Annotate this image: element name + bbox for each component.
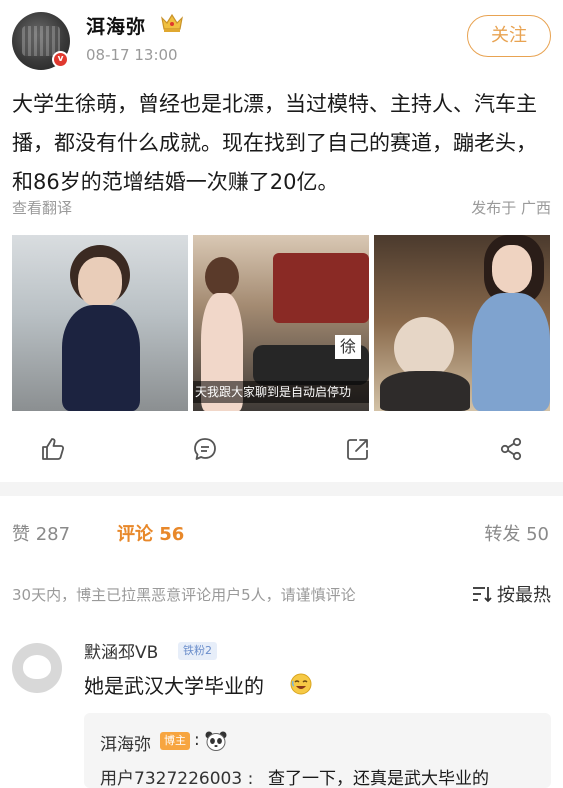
photo-caption: 天我跟大家聊到是自动启停功	[195, 385, 352, 399]
reply-author-name[interactable]: 洱海弥	[100, 730, 151, 755]
avatar-image	[23, 655, 51, 679]
thumbs-up-icon[interactable]	[40, 436, 66, 462]
post-time: 08-17 13:00	[86, 46, 178, 64]
share-arrow-icon[interactable]	[345, 436, 371, 462]
blogger-badge: 博主	[160, 732, 190, 750]
section-divider	[0, 482, 563, 496]
follow-button[interactable]: 关注	[467, 15, 551, 57]
photo-grid: 徐 天我跟大家聊到是自动启停功	[12, 235, 550, 411]
translate-link[interactable]: 查看翻译	[12, 197, 72, 218]
action-bar	[0, 420, 563, 478]
author-name[interactable]: 洱海弥	[86, 12, 146, 39]
likes-tab[interactable]: 赞 287	[12, 520, 70, 546]
sort-button[interactable]: 按最热	[471, 581, 551, 607]
post-meta: 查看翻译 发布于 广西	[12, 197, 551, 219]
crown-icon	[161, 13, 183, 32]
reply-colon: :	[194, 730, 200, 750]
post-header: v 洱海弥 08-17 13:00 关注	[0, 0, 563, 80]
share-nodes-icon[interactable]	[498, 436, 524, 462]
fan-badge: 铁粉2	[178, 642, 217, 660]
sort-label: 按最热	[497, 585, 551, 606]
reposts-tab[interactable]: 转发 50	[484, 520, 549, 546]
verified-badge-icon: v	[52, 51, 69, 68]
post-text: 大学生徐萌，曾经也是北漂，当过模特、主持人、汽车主播，都没有什么成就。现在找到了…	[12, 92, 537, 194]
reply-user-2[interactable]: 用户7327226003 :	[100, 764, 253, 788]
photo-overlay-char: 徐	[335, 335, 361, 359]
stats-bar: 赞 287 评论 56 转发 50	[0, 520, 563, 550]
reply-box[interactable]: 洱海弥 博主 : 用户7327226003 : 查了一下，还真是武大毕业的	[84, 713, 551, 788]
photo-2[interactable]: 徐 天我跟大家聊到是自动启停功	[193, 235, 369, 411]
laugh-emoji-icon	[290, 673, 312, 695]
reply-text-2: 查了一下，还真是武大毕业的	[268, 769, 489, 788]
panda-face-icon	[205, 731, 227, 751]
avatar-image	[22, 26, 60, 56]
comment-notice: 30天内，博主已拉黑恶意评论用户5人，请谨慎评论	[12, 586, 356, 604]
photo-1[interactable]	[12, 235, 188, 411]
sort-icon	[473, 587, 492, 603]
commenter-avatar[interactable]	[12, 643, 62, 693]
post-location: 发布于 广西	[471, 199, 551, 217]
comment-icon[interactable]	[192, 436, 218, 462]
commenter-name[interactable]: 默涵邳VB	[84, 638, 158, 663]
photo-3[interactable]	[374, 235, 550, 411]
comment-text: 她是武汉大学毕业的	[84, 674, 264, 698]
comments-tab[interactable]: 评论 56	[117, 520, 184, 546]
